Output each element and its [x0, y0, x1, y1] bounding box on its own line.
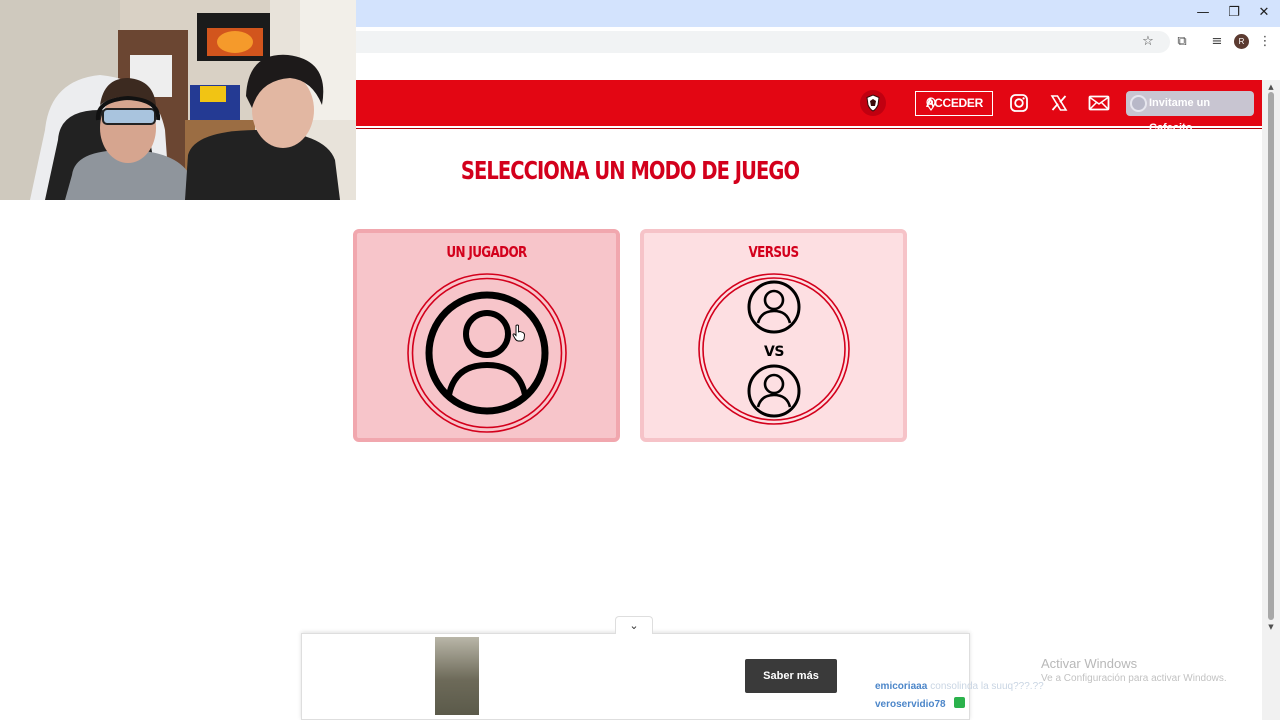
chat-username: emicoriaaa — [875, 681, 928, 692]
x-twitter-icon[interactable] — [1049, 93, 1069, 113]
subscriber-badge-icon — [953, 697, 965, 708]
ad-video-thumbnail[interactable] — [435, 637, 479, 715]
instagram-icon[interactable] — [1009, 93, 1029, 113]
scroll-up-icon[interactable]: ▲ — [1264, 82, 1278, 92]
support-label: Invitame un Cafecito — [1149, 97, 1211, 134]
player-two-icon — [747, 364, 800, 418]
learn-more-button[interactable]: Saber más — [745, 659, 837, 693]
vs-label: VS — [764, 344, 784, 360]
media-controls-icon[interactable]: ≡ — [1208, 33, 1226, 51]
shield-logo-icon — [866, 94, 880, 112]
address-bar[interactable] — [340, 31, 1170, 53]
windows-watermark-title: Activar Windows — [1041, 656, 1138, 671]
mail-icon[interactable] — [1088, 93, 1110, 113]
restore-icon[interactable]: ❐ — [1219, 4, 1249, 22]
minimize-icon[interactable]: — — [1188, 4, 1218, 22]
webcam-video-image — [0, 0, 356, 200]
player-one-icon — [747, 280, 800, 334]
versus-icon: VS — [697, 273, 850, 425]
chat-username: veroservidio78 — [875, 699, 946, 710]
chat-text: consolinda la suuq???.?? — [930, 681, 1044, 692]
scroll-down-icon[interactable]: ▼ — [1264, 622, 1278, 632]
scrollbar-thumb[interactable] — [1268, 92, 1274, 620]
chat-message: veroservidio78 — [875, 697, 965, 710]
mode-title-single: UN JUGADOR — [446, 243, 527, 261]
profile-avatar[interactable]: R — [1234, 34, 1249, 49]
page-title: SELECCIONA UN MODO DE JUEGO — [460, 156, 800, 185]
location-pin-icon — [926, 97, 936, 111]
mode-card-single-player[interactable]: UN JUGADOR — [353, 229, 620, 442]
coffee-icon — [1130, 95, 1147, 112]
browser-menu-icon[interactable]: ⋮ — [1256, 33, 1274, 51]
single-player-icon — [406, 273, 567, 433]
collapse-ad-chevron-icon[interactable]: ⌄ — [615, 616, 653, 634]
chat-message: emicoriaaa consolinda la suuq???.?? — [875, 681, 1044, 692]
extensions-icon[interactable]: ⧉ — [1173, 33, 1191, 51]
bookmark-star-icon[interactable]: ☆ — [1139, 33, 1157, 51]
site-logo[interactable] — [860, 90, 886, 116]
close-icon[interactable]: ✕ — [1249, 4, 1279, 22]
webcam-overlay — [0, 0, 356, 200]
ad-banner — [301, 633, 970, 720]
login-button[interactable]: ACCEDER — [915, 91, 993, 116]
support-button[interactable]: Invitame un Cafecito — [1126, 91, 1254, 134]
windows-watermark-subtitle: Ve a Configuración para activar Windows. — [1041, 673, 1227, 684]
mode-title-versus: VERSUS — [748, 243, 800, 261]
mode-card-versus[interactable]: VERSUS VS — [640, 229, 907, 442]
hand-cursor-icon — [512, 324, 525, 342]
